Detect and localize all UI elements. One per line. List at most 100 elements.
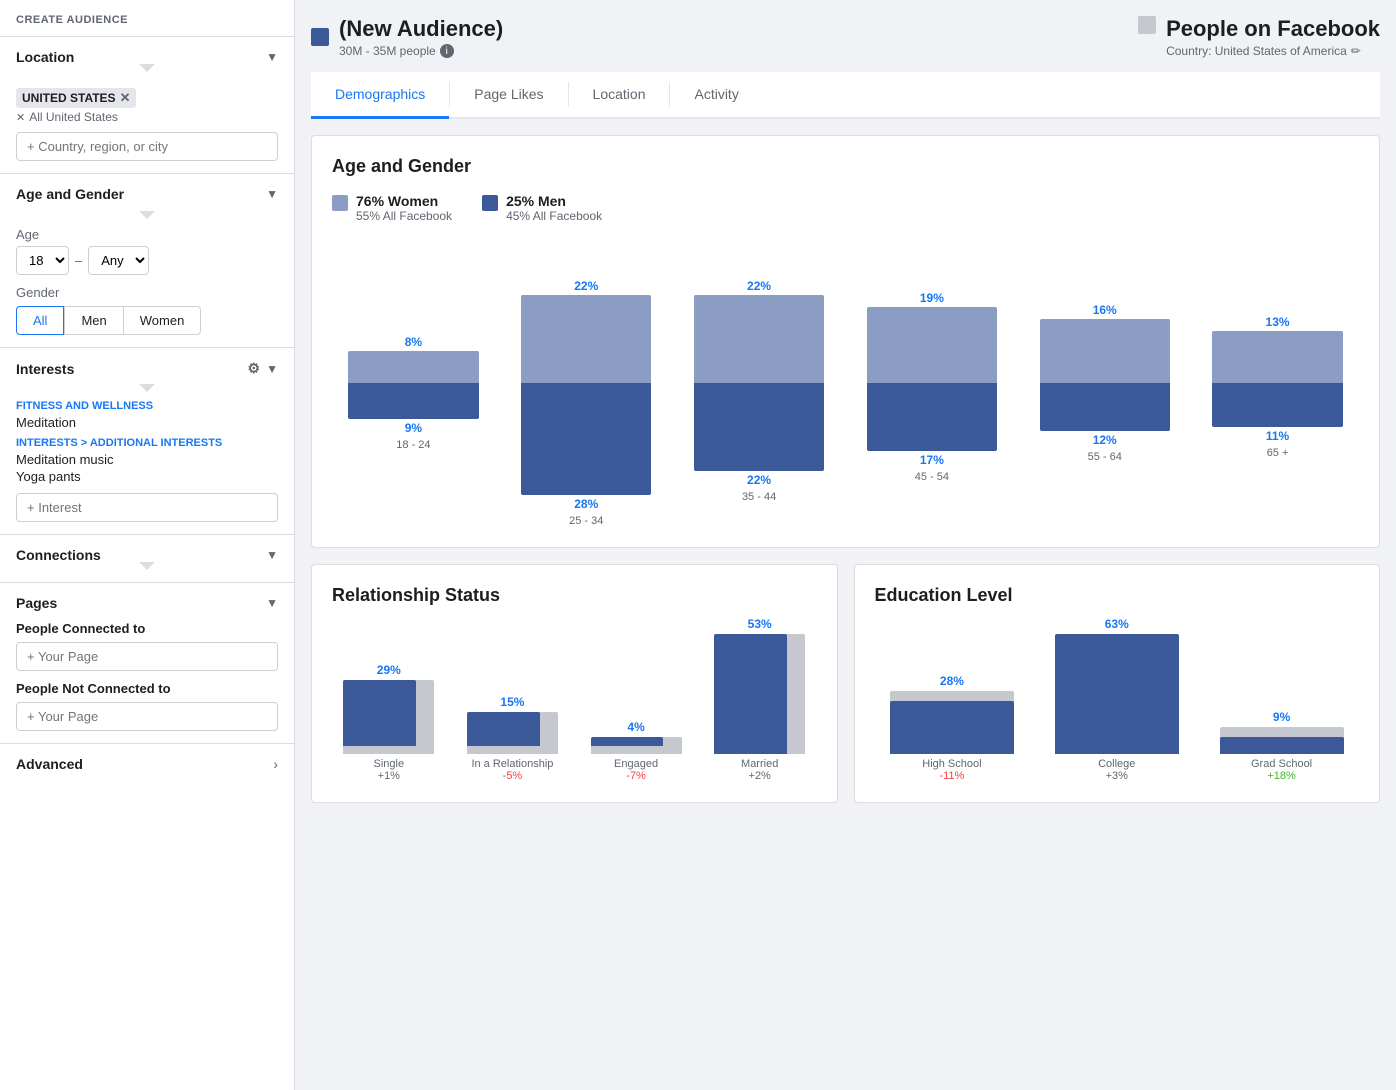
tab-activity[interactable]: Activity — [670, 72, 762, 119]
gender-all-button[interactable]: All — [16, 306, 64, 335]
connections-title[interactable]: Connections ▼ — [16, 547, 278, 563]
women-bar-5 — [1212, 331, 1342, 383]
edu-delta-2: +18% — [1267, 770, 1295, 782]
bar-group-45---54: 19% 17% 45 - 54 — [850, 243, 1013, 527]
location-input[interactable] — [16, 132, 278, 161]
rel-label-1: In a Relationship — [471, 758, 553, 770]
interests-funnel — [139, 384, 155, 392]
rel-pct-3: 53% — [748, 617, 772, 631]
men-bar-3 — [867, 383, 997, 451]
bar-label-5: 65 + — [1267, 447, 1289, 459]
two-col-charts: Relationship Status 29%Single+1%15%In a … — [311, 564, 1380, 803]
age-gender-chart-title: Age and Gender — [332, 156, 1359, 177]
facebook-title: People on Facebook — [1166, 16, 1380, 42]
bar-group-55---64: 16% 12% 55 - 64 — [1023, 243, 1186, 527]
men-pct-4: 12% — [1093, 433, 1117, 447]
men-bar-wrapper-2: 22% — [678, 383, 841, 487]
location-chevron: ▼ — [266, 50, 278, 64]
connections-label: Connections — [16, 547, 101, 563]
women-pct-2: 22% — [747, 279, 771, 293]
settings-icon[interactable]: ⚙ — [248, 360, 261, 377]
not-connected-label: People Not Connected to — [16, 681, 278, 696]
women-bar-0 — [348, 351, 478, 383]
connected-page-input[interactable] — [16, 642, 278, 671]
location-remove-icon[interactable]: ✕ — [120, 90, 131, 106]
facebook-audience-group: People on Facebook Country: United State… — [1138, 16, 1380, 58]
location-sub-text: All United States — [29, 110, 118, 124]
bar-label-3: 45 - 54 — [915, 471, 949, 483]
rel-label-3: Married — [741, 758, 778, 770]
men-bar-0 — [348, 383, 478, 419]
audience-info-icon[interactable]: i — [440, 44, 454, 58]
not-connected-page-input[interactable] — [16, 702, 278, 731]
location-tag[interactable]: UNITED STATES ✕ — [16, 88, 136, 108]
women-bar-2 — [694, 295, 824, 383]
tab-page-likes[interactable]: Page Likes — [450, 72, 567, 119]
interests-category-label: FITNESS AND WELLNESS — [16, 400, 278, 412]
women-bar-wrapper-2: 22% — [678, 243, 841, 383]
men-pct-0: 9% — [405, 421, 422, 435]
facebook-sub: Country: United States of America ✏ — [1166, 44, 1380, 58]
facebook-color-indicator — [1138, 16, 1156, 34]
interest-search-input[interactable] — [16, 493, 278, 522]
sidebar-header: CREATE AUDIENCE — [0, 0, 294, 37]
main-tabs: Demographics Page Likes Location Activit… — [311, 72, 1380, 119]
location-tag-text: UNITED STATES — [22, 91, 116, 105]
age-gender-label: Age and Gender — [16, 186, 124, 202]
location-funnel — [139, 64, 155, 72]
relationship-bar-chart: 29%Single+1%15%In a Relationship-5%4%Eng… — [332, 622, 817, 782]
age-from-select[interactable]: 18 — [16, 246, 69, 275]
edu-bar-1 — [1055, 634, 1179, 754]
relationship-chart-container: Relationship Status 29%Single+1%15%In a … — [311, 564, 838, 803]
interest-item-1: Meditation — [16, 414, 278, 431]
sidebar: CREATE AUDIENCE Location ▼ UNITED STATES… — [0, 0, 295, 1090]
tab-demographics[interactable]: Demographics — [311, 72, 449, 119]
age-to-select[interactable]: Any — [88, 246, 149, 275]
rel-delta-3: +2% — [749, 770, 771, 782]
advanced-section[interactable]: Advanced › — [0, 744, 294, 784]
location-label: Location — [16, 49, 74, 65]
men-bar-1 — [521, 383, 651, 495]
men-bar-wrapper-1: 28% — [505, 383, 668, 511]
rel-label-2: Engaged — [614, 758, 658, 770]
edu-pct-1: 63% — [1105, 617, 1129, 631]
gender-women-button[interactable]: Women — [123, 306, 202, 335]
rel-delta-2: -7% — [626, 770, 646, 782]
interests-section: Interests ⚙ ▼ FITNESS AND WELLNESS Medit… — [0, 348, 294, 535]
edu-pct-0: 28% — [940, 674, 964, 688]
rel-bar-group-2: 4%Engaged-7% — [579, 622, 693, 782]
men-bar-wrapper-4: 12% — [1023, 383, 1186, 447]
women-bar-4 — [1040, 319, 1170, 383]
gender-men-button[interactable]: Men — [64, 306, 122, 335]
bar-label-4: 55 - 64 — [1088, 451, 1122, 463]
edu-bar-2 — [1220, 737, 1344, 754]
age-gender-chart-container: Age and Gender 76% Women 55% All Faceboo… — [311, 135, 1380, 548]
interests-title[interactable]: Interests ⚙ ▼ — [16, 360, 278, 377]
rel-pct-1: 15% — [500, 695, 524, 709]
women-pct-3: 19% — [920, 291, 944, 305]
legend-women-sub: 55% All Facebook — [356, 209, 452, 223]
edu-delta-1: +3% — [1106, 770, 1128, 782]
connections-chevron: ▼ — [266, 548, 278, 562]
location-section-title[interactable]: Location ▼ — [16, 49, 278, 65]
gender-buttons: All Men Women — [16, 306, 278, 335]
age-gender-chevron: ▼ — [266, 187, 278, 201]
legend-women: 76% Women 55% All Facebook — [332, 193, 452, 223]
men-pct-3: 17% — [920, 453, 944, 467]
men-pct-2: 22% — [747, 473, 771, 487]
interests-chevron: ▼ — [266, 362, 278, 376]
rel-pct-0: 29% — [377, 663, 401, 677]
facebook-edit-icon[interactable]: ✏ — [1351, 44, 1361, 58]
bar-group-35---44: 22%22%35 - 44 — [678, 243, 841, 527]
age-gender-funnel — [139, 211, 155, 219]
main-content: (New Audience) 30M - 35M people i People… — [295, 0, 1396, 1090]
women-bar-wrapper-3: 19% — [850, 243, 1013, 383]
age-gender-title[interactable]: Age and Gender ▼ — [16, 186, 278, 202]
audience-name: (New Audience) — [339, 16, 503, 42]
legend-men-label: 25% Men — [506, 193, 602, 209]
women-pct-4: 16% — [1093, 303, 1117, 317]
pages-title[interactable]: Pages ▼ — [16, 595, 278, 611]
sidebar-location-section: Location ▼ UNITED STATES ✕ ✕ All United … — [0, 37, 294, 174]
advanced-chevron-icon: › — [273, 756, 278, 772]
tab-location[interactable]: Location — [569, 72, 670, 119]
